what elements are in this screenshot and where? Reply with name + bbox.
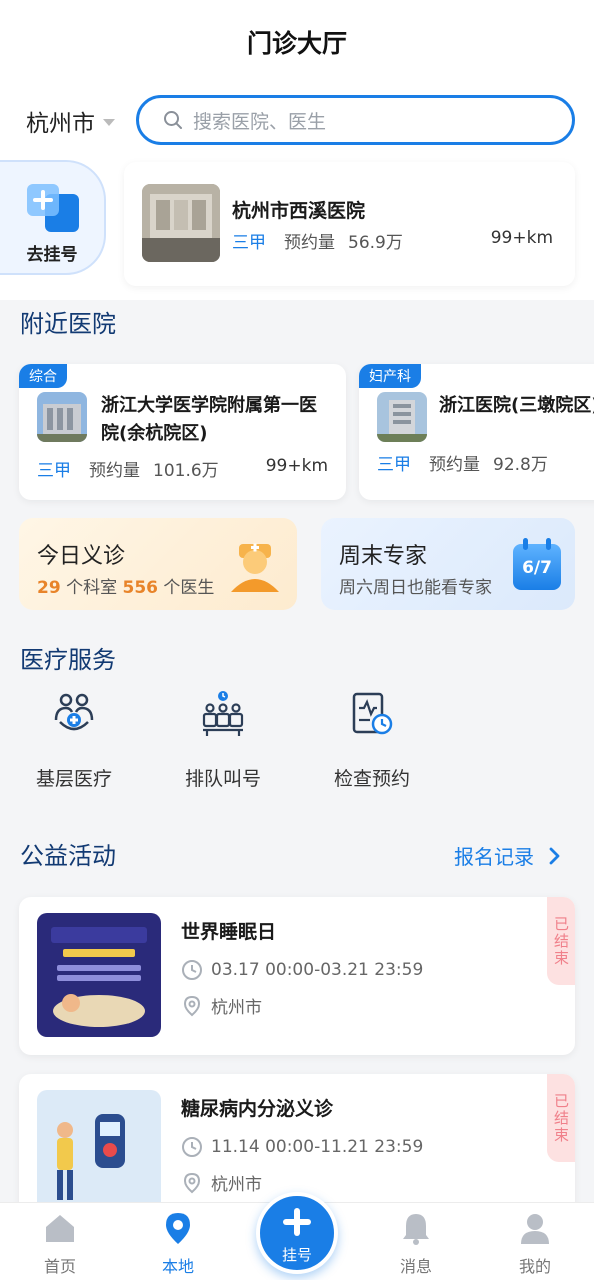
appointment-label: 预约量 xyxy=(284,233,335,253)
activity-place: 杭州市 xyxy=(181,993,262,1018)
activity-poster xyxy=(37,1090,161,1214)
hospital-level: 三甲 xyxy=(377,455,411,475)
appointment-value: 101.6万 xyxy=(153,461,219,481)
location-pin-icon xyxy=(183,995,201,1016)
plus-icon xyxy=(283,1208,311,1236)
city-selector[interactable]: 杭州市 xyxy=(26,104,115,138)
free-clinic-stats: 29 个科室 556 个医生 xyxy=(37,578,215,598)
exam-appointment-icon xyxy=(352,692,393,735)
featured-hospital-card[interactable]: 杭州市西溪医院 三甲 预约量 56.9万 99+km xyxy=(124,162,575,286)
hospital-name: 杭州市西溪医院 xyxy=(232,200,366,222)
service-queue-call[interactable]: 排队叫号 xyxy=(163,690,283,791)
status-badge: 已结束 xyxy=(547,1074,575,1162)
activity-time: 11.14 00:00-11.21 23:59 xyxy=(181,1136,423,1158)
clock-icon xyxy=(182,1137,202,1157)
services-section-title: 医疗服务 xyxy=(18,640,156,680)
activity-place: 杭州市 xyxy=(181,1170,262,1195)
user-icon xyxy=(521,1214,549,1244)
home-icon xyxy=(46,1215,74,1242)
activity-name: 世界睡眠日 xyxy=(181,921,277,943)
community-care-icon xyxy=(54,693,94,731)
appointment-value: 56.9万 xyxy=(348,233,403,253)
calendar-icon: 6/7 xyxy=(513,538,561,590)
caret-down-icon xyxy=(103,118,115,126)
service-community-care[interactable]: 基层医疗 xyxy=(14,690,134,791)
activity-card[interactable]: 世界睡眠日 03.17 00:00-03.21 23:59 杭州市 已结束 xyxy=(19,897,575,1055)
location-pin-icon xyxy=(183,1172,201,1193)
bell-icon xyxy=(403,1214,429,1245)
service-label: 检查预约 xyxy=(333,768,410,790)
service-label: 排队叫号 xyxy=(184,768,261,790)
activities-section-title: 公益活动 xyxy=(18,836,156,876)
page: 门诊大厅 杭州市 搜索医院、医生 去挂号 杭州市西溪医院 三甲 预约量 56.9… xyxy=(0,0,594,1280)
weekend-expert-title: 周末专家 xyxy=(339,544,428,569)
queue-call-icon xyxy=(202,691,244,736)
search-input[interactable]: 搜索医院、医生 xyxy=(136,95,575,145)
register-tab-label: 挂号 xyxy=(281,1246,312,1264)
weekend-expert-subtitle: 周六周日也能看专家 xyxy=(339,578,492,598)
tab-messages[interactable]: 消息 xyxy=(376,1211,456,1277)
weekend-expert-tile[interactable]: 周末专家 周六周日也能看专家 6/7 xyxy=(321,518,575,610)
hospital-photo xyxy=(37,392,87,442)
register-icon xyxy=(27,184,79,232)
category-badge: 妇产科 xyxy=(359,364,421,388)
location-pin-icon xyxy=(166,1213,190,1244)
service-exam-appointment[interactable]: 检查预约 xyxy=(312,690,432,791)
hospital-distance: 99+km xyxy=(265,456,328,476)
category-badge: 综合 xyxy=(19,364,67,388)
clock-icon xyxy=(182,960,202,980)
tab-home[interactable]: 首页 xyxy=(20,1211,100,1277)
tab-local[interactable]: 本地 xyxy=(138,1211,218,1277)
hospital-name: 浙江医院(三墩院区) xyxy=(439,395,594,416)
search-placeholder: 搜索医院、医生 xyxy=(193,110,327,133)
hospital-photo xyxy=(142,184,220,262)
register-label: 去挂号 xyxy=(26,245,78,265)
hospital-level: 三甲 xyxy=(232,233,266,253)
service-label: 基层医疗 xyxy=(35,768,112,790)
nearby-hospital-card[interactable]: 综合 浙江大学医学院附属第一医院(余杭院区) 三甲 预约量 101.6万 99+… xyxy=(19,364,346,500)
hospital-level: 三甲 xyxy=(37,461,71,481)
status-badge: 已结束 xyxy=(547,897,575,985)
registration-records-link[interactable]: 报名记录 xyxy=(454,841,564,870)
page-title: 门诊大厅 xyxy=(246,29,347,58)
appointment-label: 预约量 xyxy=(89,461,140,481)
register-button[interactable]: 去挂号 xyxy=(0,160,106,275)
activity-name: 糖尿病内分泌义诊 xyxy=(181,1098,334,1120)
hospital-name: 浙江大学医学院附属第一医院(余杭院区) xyxy=(101,395,317,444)
activity-time: 03.17 00:00-03.21 23:59 xyxy=(181,959,423,981)
activity-poster xyxy=(37,913,161,1037)
nearby-section-title: 附近医院 xyxy=(18,304,156,344)
hospital-distance: 99+km xyxy=(490,228,553,248)
doctor-icon xyxy=(231,543,279,592)
appointment-value: 92.8万 xyxy=(493,455,548,475)
city-label: 杭州市 xyxy=(26,111,95,137)
register-tab-button[interactable]: 挂号 xyxy=(256,1192,338,1274)
free-clinic-tile[interactable]: 今日义诊 29 个科室 556 个医生 xyxy=(19,518,297,610)
search-icon xyxy=(164,111,182,129)
appointment-label: 预约量 xyxy=(429,455,480,475)
chevron-right-icon xyxy=(549,847,560,864)
tab-profile[interactable]: 我的 xyxy=(495,1211,575,1277)
free-clinic-title: 今日义诊 xyxy=(37,544,126,569)
nearby-hospital-card[interactable]: 妇产科 浙江医院(三墩院区) 三甲 预约量 92.8万 xyxy=(359,364,594,500)
hospital-photo xyxy=(377,392,427,442)
